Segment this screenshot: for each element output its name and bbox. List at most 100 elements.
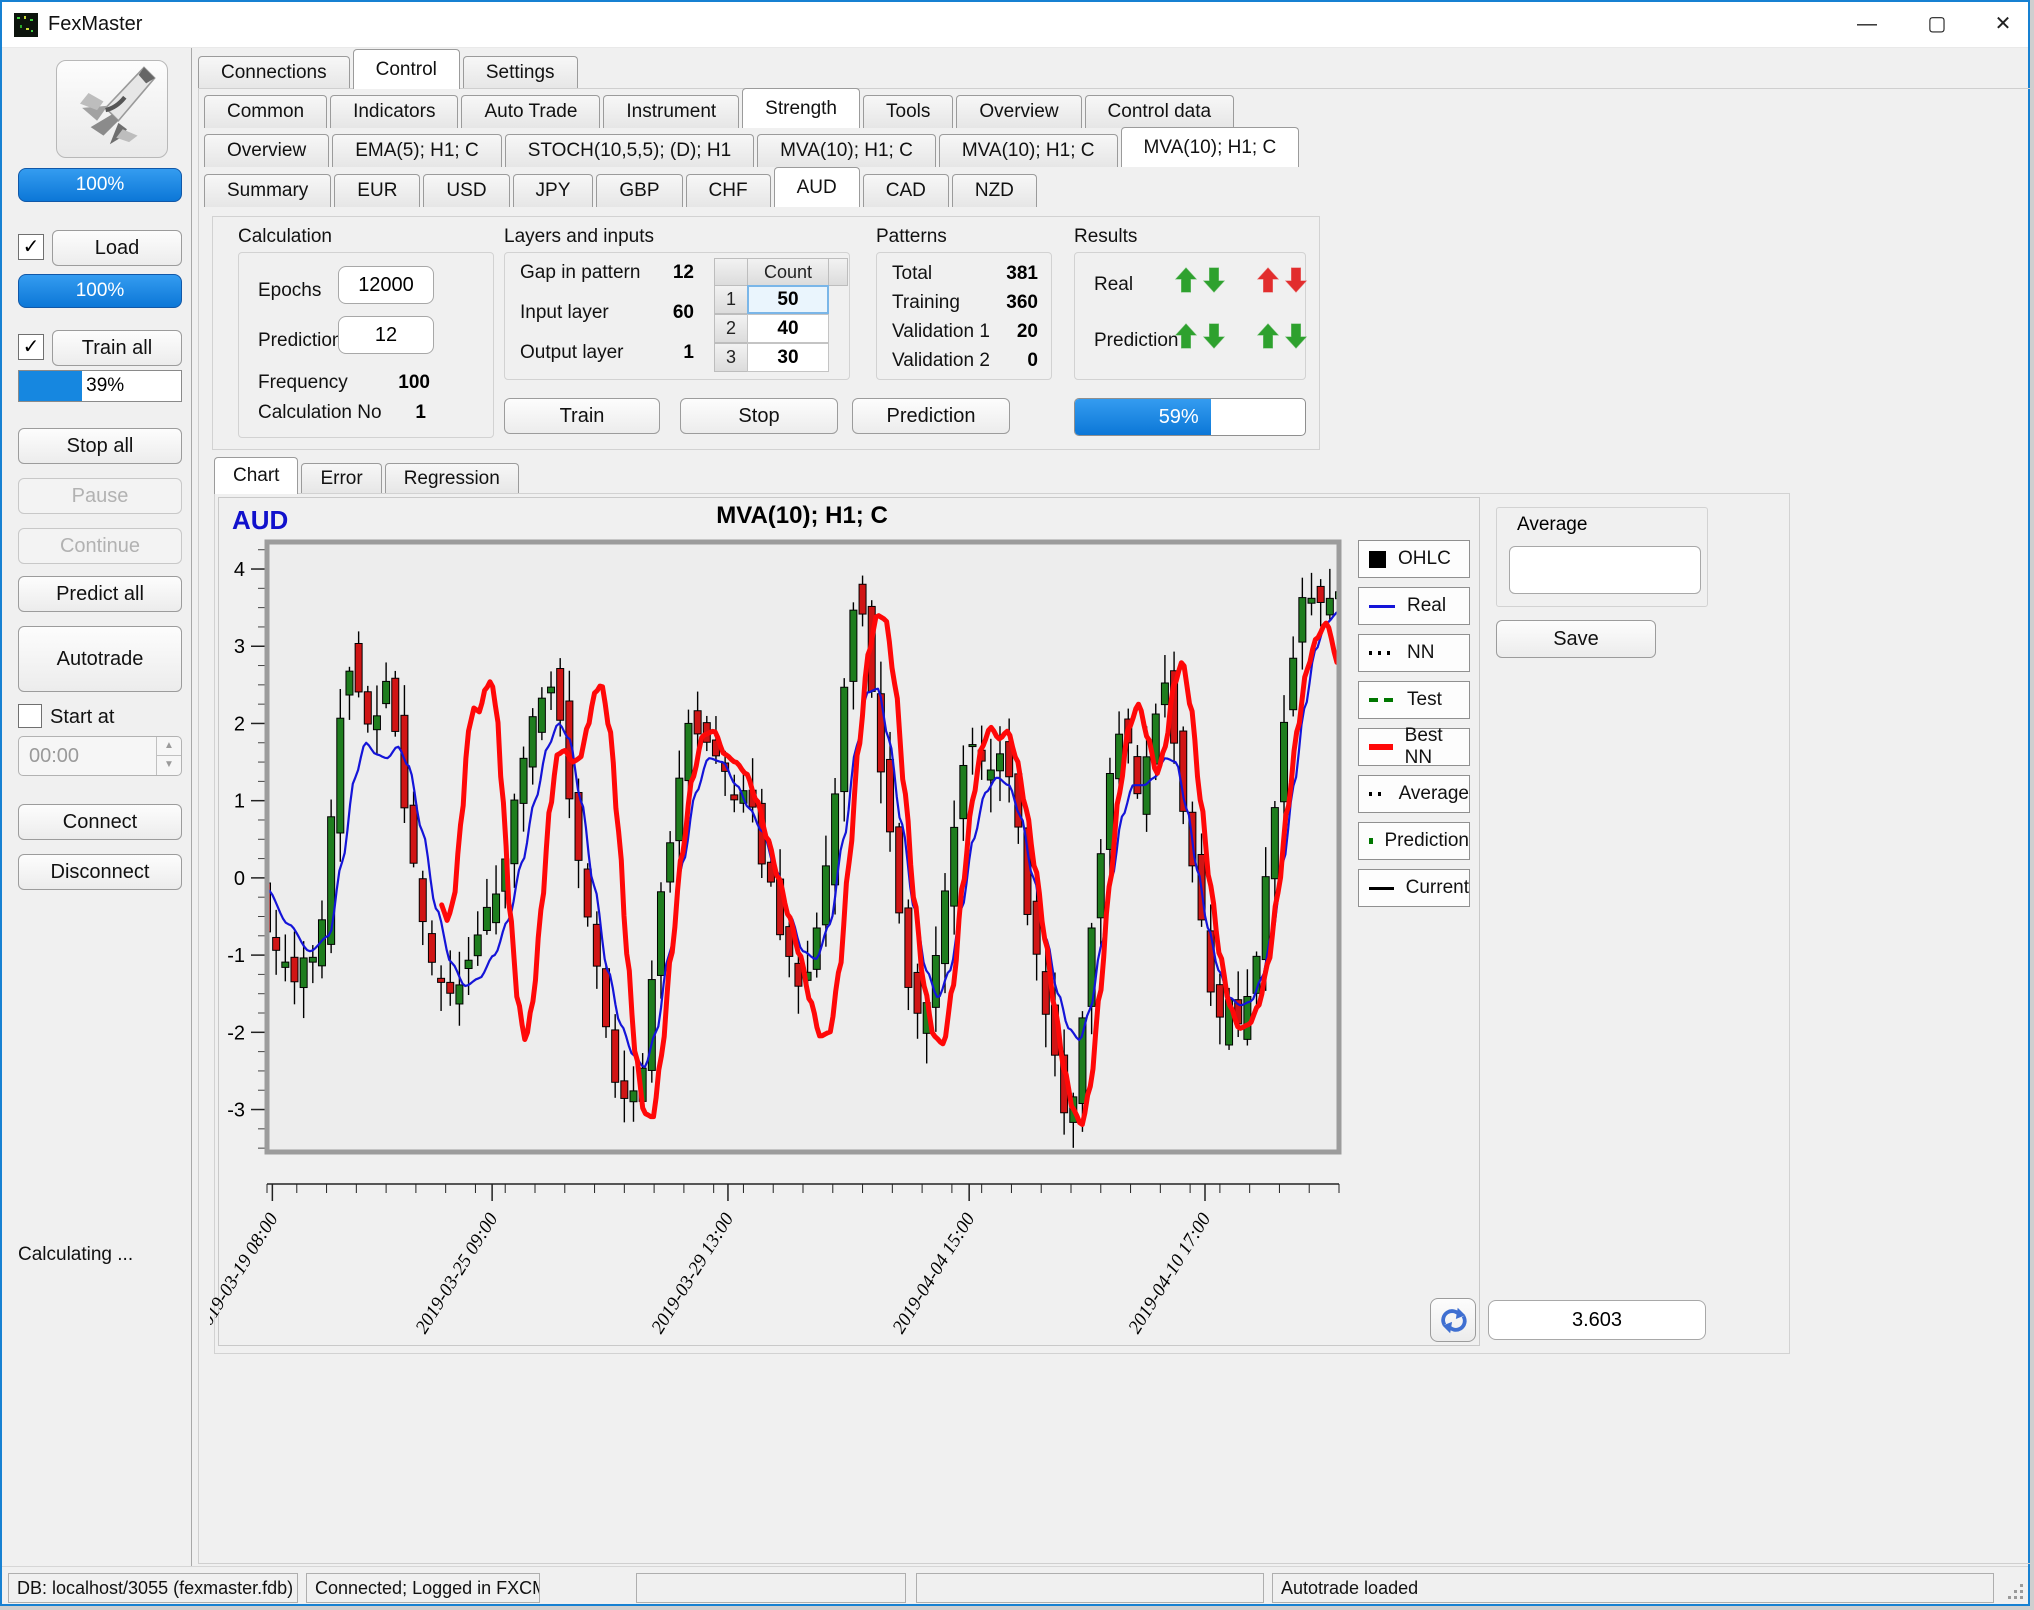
layers-row-label: Input layer [520, 302, 609, 324]
count-row-header-1[interactable]: 1 [714, 285, 748, 314]
legend-label: Real [1407, 595, 1446, 617]
tab-overview[interactable]: Overview [956, 95, 1081, 128]
close-button[interactable]: ✕ [1980, 4, 2026, 44]
connect-button[interactable]: Connect [18, 804, 182, 840]
overall-progress-bar: 100% [18, 168, 182, 202]
tab-nzd[interactable]: NZD [952, 174, 1037, 207]
svg-text:1: 1 [234, 791, 245, 813]
legend-item-nn[interactable]: NN [1358, 634, 1470, 672]
status-bar: DB: localhost/3055 (fexmaster.fdb)Connec… [2, 1566, 2028, 1604]
average-input[interactable] [1509, 546, 1701, 594]
chart-value-field[interactable] [1488, 1300, 1706, 1340]
tab-mva-10-h1-c-5[interactable]: MVA(10); H1; C [1121, 127, 1300, 167]
disconnect-button[interactable]: Disconnect [18, 854, 182, 890]
autotrade-button[interactable]: Autotrade [18, 626, 182, 692]
spinner-up-icon[interactable]: ▲ [156, 737, 181, 756]
legend-label: Prediction [1385, 830, 1470, 852]
load-button[interactable]: Load [52, 230, 182, 266]
spinner-down-icon[interactable]: ▼ [156, 755, 181, 775]
tab-jpy[interactable]: JPY [513, 174, 594, 207]
average-group: Average [1496, 507, 1708, 607]
legend-item-test[interactable]: Test [1358, 681, 1470, 719]
tab-instrument[interactable]: Instrument [603, 95, 739, 128]
svg-text:2019-04-10 17:00: 2019-04-10 17:00 [1124, 1209, 1215, 1337]
tab-tools[interactable]: Tools [863, 95, 953, 128]
tab-eur[interactable]: EUR [334, 174, 420, 207]
tab-settings[interactable]: Settings [463, 56, 578, 89]
continue-button[interactable]: Continue [18, 528, 182, 564]
legend-item-current[interactable]: Current [1358, 869, 1470, 907]
tab-mva-10-h1-c-3[interactable]: MVA(10); H1; C [757, 134, 936, 167]
stop-all-button[interactable]: Stop all [18, 428, 182, 464]
layers-row-value: 1 [632, 342, 694, 364]
tab-error[interactable]: Error [301, 463, 381, 494]
legend-item-best-nn[interactable]: Best NN [1358, 728, 1470, 766]
epochs-input[interactable] [338, 266, 434, 304]
refresh-icon [1436, 1303, 1470, 1337]
predictions-input[interactable] [338, 316, 434, 354]
legend-label: Test [1407, 689, 1442, 711]
tabstrip-chart: ChartErrorRegression [214, 458, 519, 494]
tabstrip-instruments: OverviewEMA(5); H1; CSTOCH(10,5,5); (D);… [204, 128, 1299, 167]
tab-chart[interactable]: Chart [214, 457, 298, 494]
tab-aud[interactable]: AUD [774, 167, 860, 207]
calculating-status: Calculating ... [18, 1244, 133, 1266]
resize-grip-icon[interactable] [2008, 1584, 2024, 1600]
tab-chf[interactable]: CHF [686, 174, 771, 207]
tab-mva-10-h1-c-4[interactable]: MVA(10); H1; C [939, 134, 1118, 167]
train-button[interactable]: Train [504, 398, 660, 434]
tab-auto-trade[interactable]: Auto Trade [461, 95, 600, 128]
svg-text:2019-03-19 08:00: 2019-03-19 08:00 [210, 1209, 283, 1337]
stop-button[interactable]: Stop [680, 398, 838, 434]
tab-common[interactable]: Common [204, 95, 327, 128]
minimize-button[interactable]: — [1844, 4, 1890, 44]
tab-overview-0[interactable]: Overview [204, 134, 329, 167]
tab-regression[interactable]: Regression [385, 463, 519, 494]
epochs-label: Epochs [258, 280, 321, 302]
tab-control-data[interactable]: Control data [1085, 95, 1235, 128]
legend-swatch-prediction [1369, 838, 1373, 844]
patterns-row-value: 0 [962, 350, 1038, 372]
frequency-value: 100 [358, 372, 430, 394]
svg-text:2019-03-29 13:00: 2019-03-29 13:00 [647, 1209, 738, 1337]
prediction-button[interactable]: Prediction [852, 398, 1010, 434]
load-checkbox[interactable]: ✓ [18, 234, 44, 260]
legend-item-prediction[interactable]: Prediction [1358, 822, 1470, 860]
legend-label: Average [1399, 783, 1469, 805]
tab-connections[interactable]: Connections [198, 56, 350, 89]
tab-stoch-10-5-5-d-h1-2[interactable]: STOCH(10,5,5); (D); H1 [505, 134, 754, 167]
legend-swatch-average [1369, 792, 1387, 796]
chart-legend: OHLC Real NN Test Best NN Average Prediction Cu… [1358, 540, 1476, 916]
legend-item-ohlc[interactable]: OHLC [1358, 540, 1470, 578]
save-button[interactable]: Save [1496, 620, 1656, 658]
svg-text:3: 3 [234, 636, 245, 658]
train-all-button[interactable]: Train all [52, 330, 182, 366]
maximize-button[interactable]: ▢ [1914, 4, 1960, 44]
start-at-checkbox[interactable] [18, 704, 42, 728]
tab-ema-5-h1-c-1[interactable]: EMA(5); H1; C [332, 134, 502, 167]
count-row-header-3[interactable]: 3 [714, 343, 748, 372]
predict-all-button[interactable]: Predict all [18, 576, 182, 612]
count-value-cell-1[interactable]: 50 [747, 285, 829, 314]
tabstrip-control: CommonIndicatorsAuto TradeInstrumentStre… [204, 89, 1234, 128]
tab-cad[interactable]: CAD [863, 174, 949, 207]
average-label: Average [1513, 514, 1591, 536]
tab-summary[interactable]: Summary [204, 174, 331, 207]
pause-button[interactable]: Pause [18, 478, 182, 514]
up-arrow-icon [1256, 266, 1280, 294]
count-value-cell-3[interactable]: 30 [747, 343, 829, 372]
svg-text:-1: -1 [227, 945, 245, 967]
tab-control[interactable]: Control [353, 49, 460, 89]
train-all-checkbox[interactable]: ✓ [18, 334, 44, 360]
tab-gbp[interactable]: GBP [596, 174, 682, 207]
svg-text:2019-04-04 15:00: 2019-04-04 15:00 [889, 1209, 980, 1337]
count-value-cell-2[interactable]: 40 [747, 314, 829, 343]
refresh-button[interactable] [1430, 1298, 1476, 1342]
start-time-spinner[interactable]: 00:00 ▲ ▼ [18, 736, 182, 776]
tab-indicators[interactable]: Indicators [330, 95, 458, 128]
count-row-header-2[interactable]: 2 [714, 314, 748, 343]
tab-usd[interactable]: USD [423, 174, 509, 207]
legend-item-real[interactable]: Real [1358, 587, 1470, 625]
tab-strength[interactable]: Strength [742, 88, 860, 128]
legend-item-average[interactable]: Average [1358, 775, 1470, 813]
